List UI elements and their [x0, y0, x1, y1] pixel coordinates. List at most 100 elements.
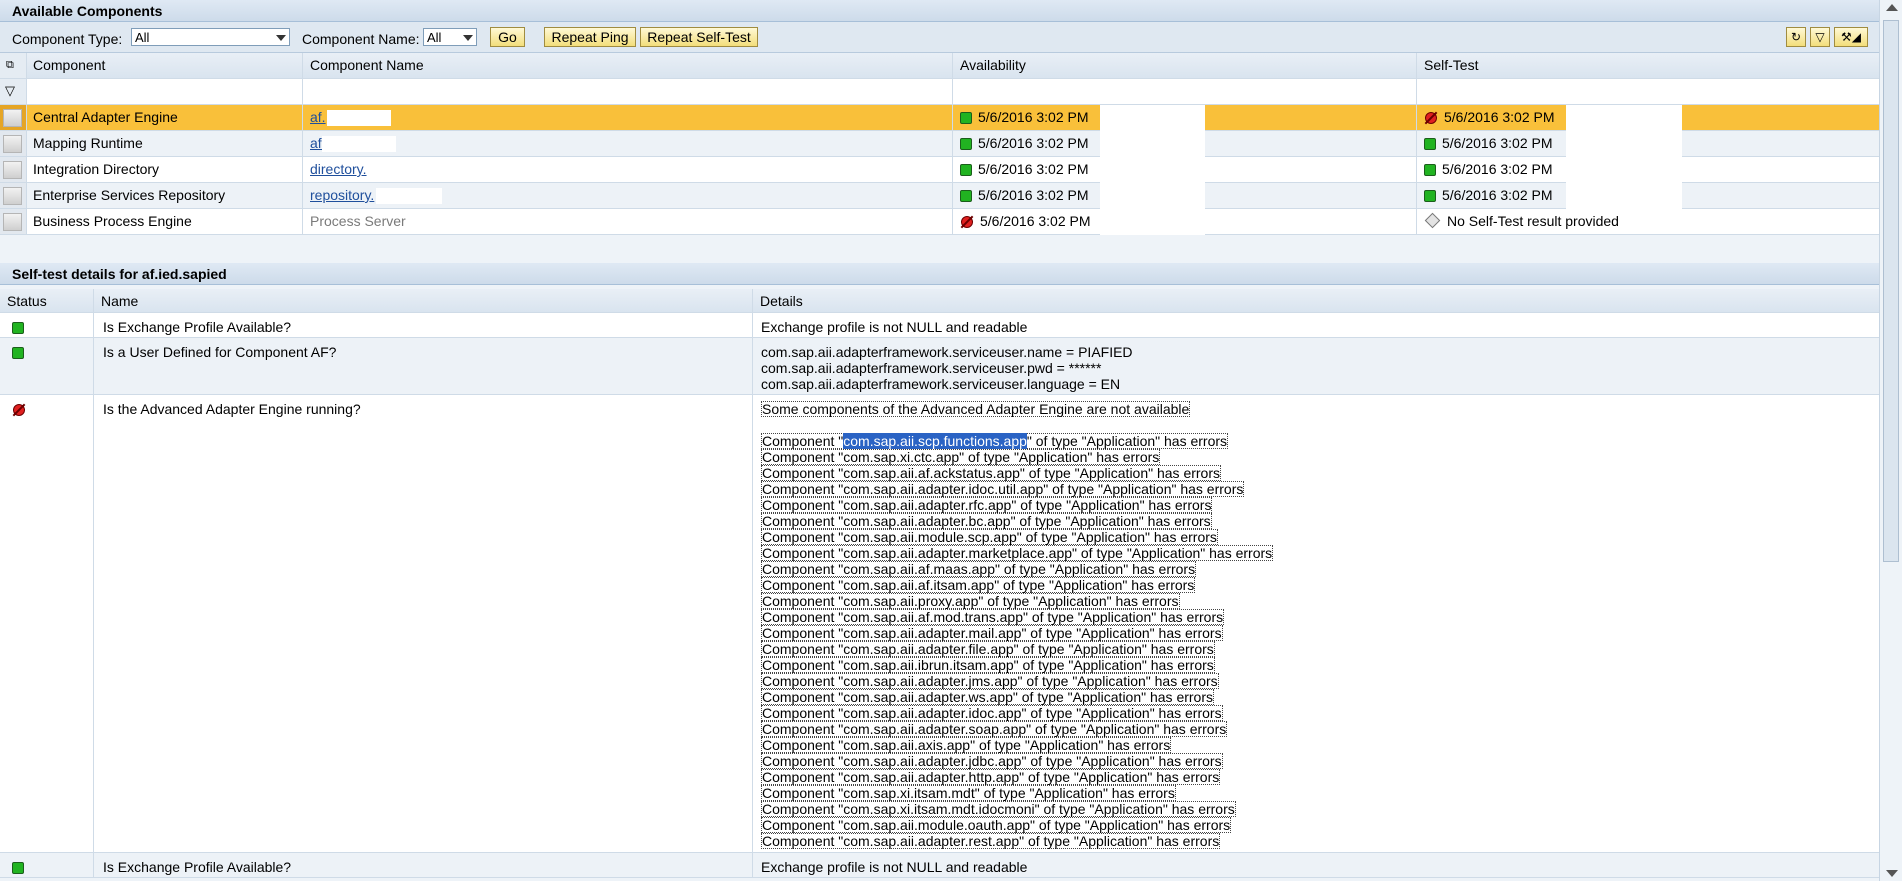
col-self-test[interactable]: Self-Test: [1416, 53, 1880, 78]
col-component[interactable]: Component: [26, 53, 302, 78]
check-name-cell: Is Exchange Profile Available?: [93, 853, 752, 877]
error-message[interactable]: Component "com.sap.aii.adapter.mail.app"…: [761, 625, 1223, 641]
error-message[interactable]: Component "com.sap.aii.ibrun.itsam.app" …: [761, 657, 1215, 673]
error-line: Component "com.sap.aii.adapter.http.app"…: [761, 769, 1873, 785]
error-line: Component "com.sap.aii.adapter.ws.app" o…: [761, 689, 1873, 705]
table-row[interactable]: Is Exchange Profile Available? Exchange …: [0, 313, 1880, 338]
error-message[interactable]: Component "com.sap.aii.adapter.rfc.app" …: [761, 497, 1213, 513]
redacted-area: [1100, 183, 1205, 209]
error-message[interactable]: Component "com.sap.xi.itsam.mdt.idocmoni…: [761, 801, 1236, 817]
error-line: Component "com.sap.aii.adapter.bc.app" o…: [761, 513, 1873, 529]
component-toolbar: Component Type: All Component Name: All …: [0, 22, 1880, 53]
error-line: Component "com.sap.aii.af.maas.app" of t…: [761, 561, 1873, 577]
row-select-box[interactable]: [3, 135, 22, 153]
error-message[interactable]: Component "com.sap.aii.adapter.idoc.util…: [761, 481, 1245, 497]
row-select-box[interactable]: [3, 161, 22, 179]
chevron-down-icon: [463, 35, 473, 41]
table-header-row: ⧉ Component Component Name Availability …: [0, 53, 1880, 79]
filter-selftest-input[interactable]: [1416, 79, 1880, 104]
scroll-thumb[interactable]: [1883, 20, 1899, 562]
filter-icon: ▽: [5, 83, 15, 98]
row-select-box[interactable]: [3, 213, 22, 231]
col-availability[interactable]: Availability: [952, 53, 1416, 78]
details-cell: Exchange profile is not NULL and readabl…: [752, 313, 1880, 337]
table-row[interactable]: Central Adapter Engine af. 5/6/2016 3:02…: [0, 105, 1880, 131]
table-row[interactable]: Is the Advanced Adapter Engine running? …: [0, 395, 1880, 853]
error-line: Component "com.sap.xi.itsam.mdt" of type…: [761, 785, 1873, 801]
error-message[interactable]: Component "com.sap.xi.itsam.mdt" of type…: [761, 785, 1176, 801]
component-name-link[interactable]: repository.: [310, 187, 374, 203]
go-button[interactable]: Go: [490, 27, 525, 47]
error-message[interactable]: Component "com.sap.aii.adapter.file.app"…: [761, 641, 1215, 657]
error-message[interactable]: Component "com.sap.aii.module.oauth.app"…: [761, 817, 1232, 833]
error-list: Component "com.sap.xi.ctc.app" of type "…: [761, 449, 1873, 849]
refresh-icon[interactable]: ↻: [1786, 27, 1806, 47]
error-line: Component "com.sap.aii.axis.app" of type…: [761, 737, 1873, 753]
selected-text: com.sap.aii.scp.functions.app: [843, 433, 1027, 449]
component-name-cell: af.: [302, 131, 952, 156]
filter-component-input[interactable]: [26, 79, 302, 104]
filter-availability-input[interactable]: [952, 79, 1416, 104]
select-all-cell[interactable]: ⧉: [0, 53, 27, 78]
component-name-select[interactable]: All: [423, 28, 477, 46]
repeat-ping-button[interactable]: Repeat Ping: [544, 27, 636, 47]
row-select-box[interactable]: [3, 109, 22, 127]
settings-icon[interactable]: ⚒◢: [1834, 27, 1868, 47]
error-message[interactable]: Component "com.sap.aii.af.itsam.app" of …: [761, 577, 1196, 593]
error-message[interactable]: Component "com.sap.aii.module.scp.app" o…: [761, 529, 1218, 545]
filter-icon[interactable]: ▽: [1810, 27, 1830, 47]
table-row[interactable]: Business Process Engine Process Server 5…: [0, 209, 1880, 235]
error-message[interactable]: Component "com.sap.aii.adapter.http.app"…: [761, 769, 1221, 785]
check-name-cell: Is Exchange Profile Available?: [93, 313, 752, 337]
col-status[interactable]: Status: [0, 289, 93, 312]
error-message[interactable]: Component "com.sap.aii.adapter.bc.app" o…: [761, 513, 1212, 529]
error-message[interactable]: Component "com.sap.aii.adapter.idoc.app"…: [761, 705, 1223, 721]
error-message[interactable]: Component "com.sap.aii.af.mod.trans.app"…: [761, 609, 1225, 625]
component-name-cell: af.: [302, 105, 952, 130]
details-header-row: Status Name Details: [0, 289, 1880, 313]
error-message[interactable]: Component "com.sap.aii.adapter.jdbc.app"…: [761, 753, 1223, 769]
table-row[interactable]: Enterprise Services Repository repositor…: [0, 183, 1880, 209]
error-message[interactable]: Component "com.sap.aii.adapter.jms.app" …: [761, 673, 1219, 689]
col-component-name[interactable]: Component Name: [302, 53, 952, 78]
filter-component-name-input[interactable]: [302, 79, 952, 104]
component-cell: Integration Directory: [33, 161, 160, 177]
error-message[interactable]: Component "com.sap.aii.af.maas.app" of t…: [761, 561, 1197, 577]
vertical-scrollbar[interactable]: [1879, 0, 1902, 881]
component-name-link[interactable]: af.: [310, 109, 326, 125]
status-ok-icon: [12, 322, 24, 334]
row-select-box[interactable]: [3, 187, 22, 205]
error-message[interactable]: Component "com.sap.aii.af.ackstatus.app"…: [761, 465, 1222, 481]
table-row[interactable]: Mapping Runtime af. 5/6/2016 3:02 PM 5/6…: [0, 131, 1880, 157]
error-message[interactable]: Component "com.sap.aii.scp.functions.app…: [761, 433, 1229, 449]
error-line: Component "com.sap.aii.adapter.idoc.util…: [761, 481, 1873, 497]
table-row[interactable]: Integration Directory directory. 5/6/201…: [0, 157, 1880, 183]
error-line: Component "com.sap.aii.adapter.file.app"…: [761, 641, 1873, 657]
error-message[interactable]: Component "com.sap.aii.adapter.ws.app" o…: [761, 689, 1215, 705]
error-message[interactable]: Component "com.sap.aii.adapter.marketpla…: [761, 545, 1274, 561]
scroll-up-icon[interactable]: [1886, 4, 1898, 11]
details-cell: Some components of the Advanced Adapter …: [752, 395, 1880, 852]
error-line: Component "com.sap.aii.af.ackstatus.app"…: [761, 465, 1873, 481]
table-row[interactable]: Is Exchange Profile Available? Exchange …: [0, 853, 1880, 878]
col-name[interactable]: Name: [93, 289, 752, 312]
table-row[interactable]: Is a User Defined for Component AF? com.…: [0, 338, 1880, 395]
repeat-selftest-button[interactable]: Repeat Self-Test: [640, 27, 758, 47]
col-details[interactable]: Details: [752, 289, 1880, 312]
redacted-area: [1566, 131, 1682, 157]
detail-line: Exchange profile is not NULL and readabl…: [761, 859, 1028, 875]
error-line: Component "com.sap.aii.proxy.app" of typ…: [761, 593, 1873, 609]
scroll-down-icon[interactable]: [1886, 870, 1898, 877]
selftest-time: 5/6/2016 3:02 PM: [1442, 161, 1553, 177]
error-message[interactable]: Component "com.sap.aii.proxy.app" of typ…: [761, 593, 1180, 609]
filter-toggle[interactable]: ▽: [0, 79, 27, 104]
redacted-area: [1566, 105, 1682, 131]
error-message[interactable]: Component "com.sap.aii.adapter.soap.app"…: [761, 721, 1228, 737]
component-type-select[interactable]: All: [131, 28, 290, 46]
error-message[interactable]: Component "com.sap.xi.ctc.app" of type "…: [761, 449, 1161, 465]
component-name-link[interactable]: directory.: [310, 161, 367, 177]
summary-message[interactable]: Some components of the Advanced Adapter …: [761, 401, 1191, 417]
error-message[interactable]: Component "com.sap.aii.axis.app" of type…: [761, 737, 1172, 753]
redacted-area: [327, 110, 391, 126]
error-message[interactable]: Component "com.sap.aii.adapter.rest.app"…: [761, 833, 1221, 849]
